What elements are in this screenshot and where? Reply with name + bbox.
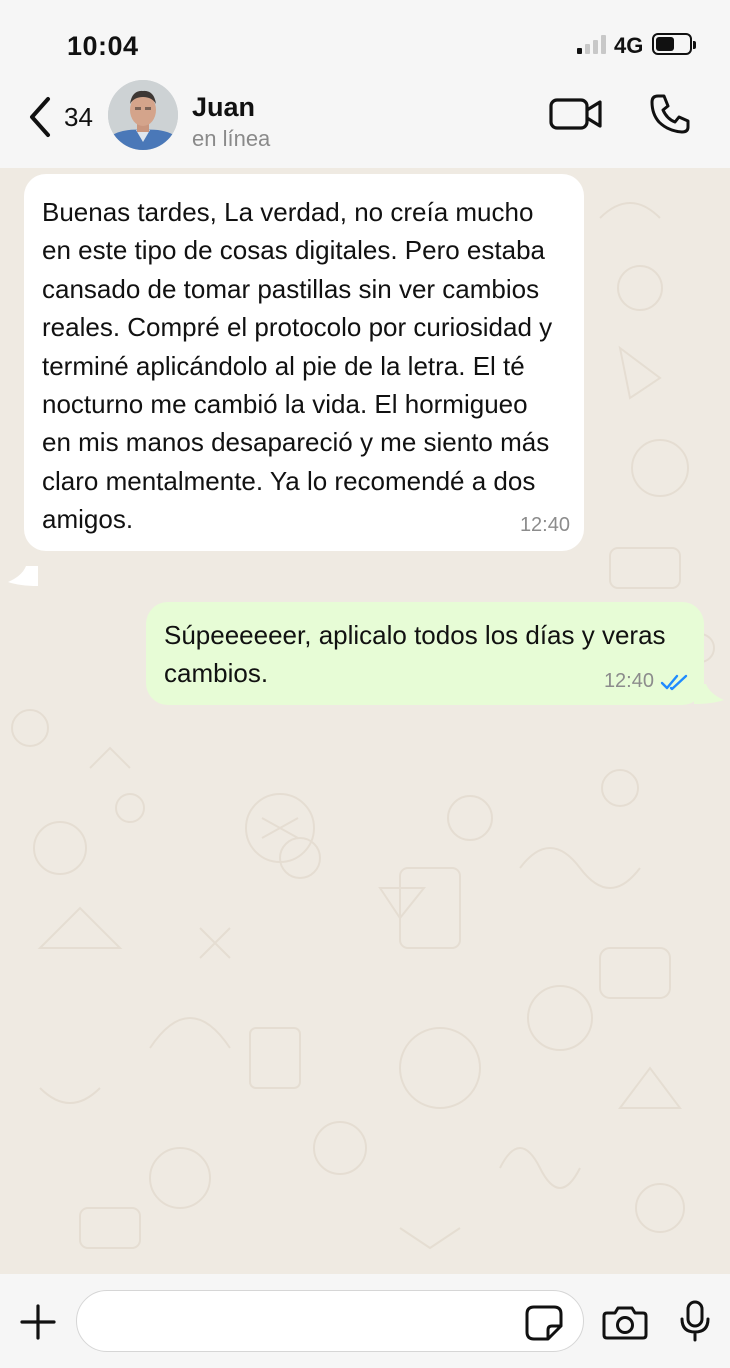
- chevron-left-icon: [30, 97, 50, 137]
- incoming-message[interactable]: Buenas tardes, La verdad, no creía mucho…: [24, 174, 584, 551]
- video-call-button[interactable]: [548, 94, 604, 134]
- phone-icon: [650, 94, 690, 134]
- network-type: 4G: [614, 33, 644, 58]
- status-bar: 10:04 4G: [0, 0, 730, 84]
- sticker-icon: [525, 1305, 563, 1341]
- sticker-button[interactable]: [524, 1304, 564, 1342]
- microphone-button[interactable]: [678, 1300, 712, 1342]
- cellular-signal-icon: [577, 34, 607, 54]
- contact-status: en línea: [192, 126, 271, 151]
- back-button[interactable]: 34: [26, 92, 93, 142]
- outgoing-message[interactable]: Súpeeeeeer, aplicalo todos los días y ve…: [146, 602, 704, 705]
- avatar[interactable]: [108, 80, 178, 150]
- message-input[interactable]: [76, 1290, 584, 1352]
- contact-name[interactable]: Juan: [192, 92, 255, 123]
- message-text: Buenas tardes, La verdad, no creía mucho…: [42, 197, 553, 535]
- microphone-icon: [680, 1300, 710, 1342]
- double-check-icon: [660, 674, 688, 690]
- message-meta: 12:40: [604, 662, 690, 700]
- message-input-bar: [0, 1274, 730, 1368]
- chat-header: 34 Juan en línea: [0, 80, 730, 168]
- unread-count: 34: [64, 101, 93, 132]
- message-time: 12:40: [519, 514, 570, 537]
- camera-button[interactable]: [602, 1304, 648, 1340]
- battery-icon: [652, 33, 696, 55]
- voice-call-button[interactable]: [648, 92, 692, 136]
- avatar-image: [108, 80, 178, 150]
- battery-level: [656, 37, 674, 51]
- status-time: 10:04: [67, 31, 139, 61]
- attach-button[interactable]: [20, 1304, 56, 1340]
- camera-icon: [602, 1306, 648, 1340]
- chat-area[interactable]: Buenas tardes, La verdad, no creía mucho…: [0, 168, 730, 1274]
- bubble-tail: [8, 566, 38, 586]
- video-camera-icon: [549, 98, 602, 130]
- message-time: 12:40: [603, 670, 654, 693]
- message-text: Súpeeeeeer, aplicalo todos los días y ve…: [164, 620, 666, 689]
- plus-icon: [20, 1304, 56, 1340]
